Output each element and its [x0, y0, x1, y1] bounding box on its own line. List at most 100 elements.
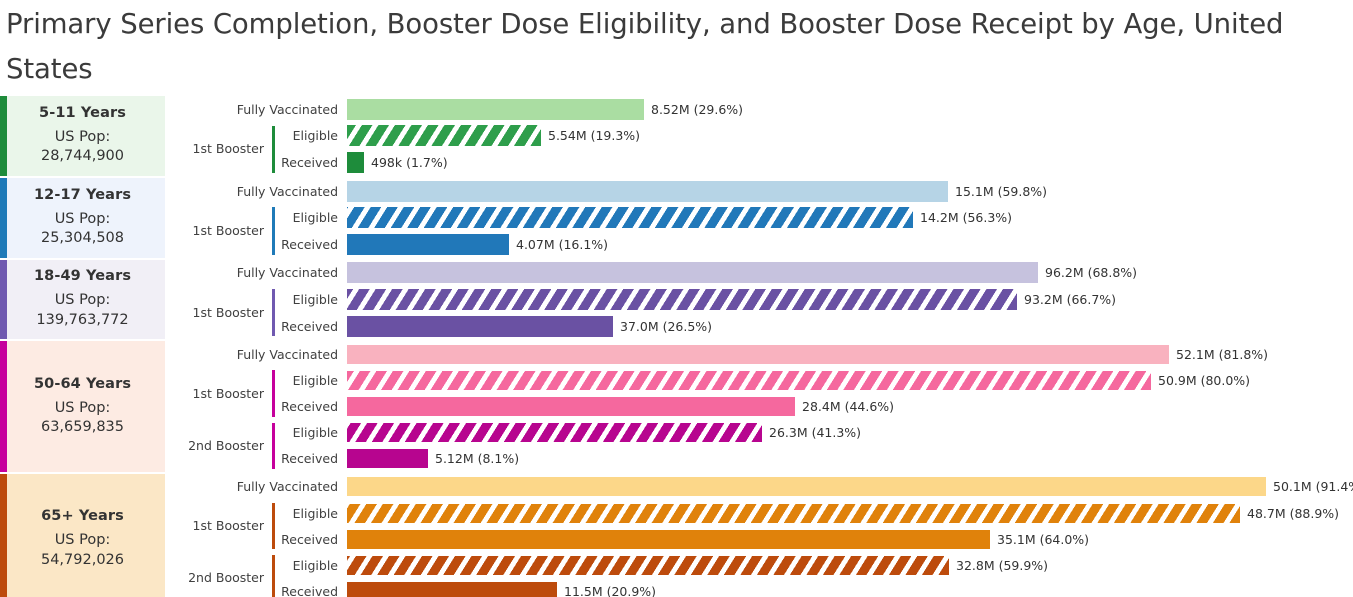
age-group-label: 12-17 Years [33, 186, 132, 203]
bar[interactable] [347, 288, 1017, 310]
bar-container: 15.1M (59.8%) [347, 178, 1353, 205]
bar-container: 5.12M (8.1%) [347, 446, 1353, 472]
bar-container: 35.1M (64.0%) [347, 526, 1353, 552]
booster-group-divider [270, 391, 278, 420]
bar[interactable] [347, 315, 613, 337]
booster-divider-line [272, 524, 275, 550]
bar-value-label: 48.7M (88.9%) [1247, 505, 1340, 521]
bar[interactable] [347, 581, 557, 597]
bar-row: Fully Vaccinated 15.1M (59.8%) [165, 178, 1353, 205]
bar-row: Fully Vaccinated 50.1M (91.4%) [165, 474, 1353, 500]
page-title: Primary Series Completion, Booster Dose … [6, 8, 1284, 85]
age-group-panel: 65+ Years US Pop: 54,792,026 [0, 473, 165, 597]
measure-label: Eligible [292, 128, 338, 144]
bar-value-label: 52.1M (81.8%) [1176, 346, 1269, 362]
measure-label-fully-vaccinated: Fully Vaccinated [236, 265, 338, 281]
bar-container: 37.0M (26.5%) [347, 313, 1353, 340]
bar[interactable] [347, 397, 795, 417]
bar-rows: Fully Vaccinated 8.52M (29.6%) 1st Booster… [165, 96, 1353, 176]
bar-row: 1st Booster Eligible 48.7M (88.9%) [165, 500, 1353, 533]
measure-label: Received [281, 318, 338, 334]
bar-row: Received 4.07M (16.1%) [165, 228, 1353, 258]
booster-group-divider [270, 310, 278, 340]
age-group: 12-17 Years US Pop: 25,304,508 Fully Vaccin… [0, 177, 1353, 258]
measure-label-fully-vaccinated: Fully Vaccinated [236, 183, 338, 199]
population-prefix: US Pop: [54, 399, 111, 416]
bar[interactable] [347, 477, 1266, 497]
bar-row: Received 498k (1.7%) [165, 147, 1353, 176]
bar[interactable] [347, 151, 364, 173]
bar[interactable] [347, 98, 644, 120]
bar[interactable] [347, 207, 913, 229]
measure-label: Eligible [292, 425, 338, 441]
bar-value-label: 93.2M (66.7%) [1024, 291, 1117, 307]
bar[interactable] [347, 344, 1169, 364]
booster-group-divider [270, 576, 278, 597]
age-group-population: US Pop: 25,304,508 [34, 210, 131, 249]
measure-label-fully-vaccinated: Fully Vaccinated [236, 479, 338, 495]
bar[interactable] [347, 180, 948, 202]
booster-divider-line [272, 310, 275, 337]
booster-divider-line [272, 391, 275, 417]
measure-label: Eligible [292, 210, 338, 226]
bar[interactable] [347, 503, 1240, 523]
population-value: 28,744,900 [40, 148, 125, 165]
age-group-panel: 5-11 Years US Pop: 28,744,900 [0, 96, 165, 176]
bar-row: 2nd Booster Eligible 32.8M (59.9%) [165, 552, 1353, 585]
bar-container: 498k (1.7%) [347, 149, 1353, 176]
bar-container: 4.07M (16.1%) [347, 231, 1353, 258]
age-group-text: 12-17 Years US Pop: 25,304,508 [34, 187, 131, 249]
bar[interactable] [347, 449, 428, 469]
bar-row: Received 5.12M (8.1%) [165, 443, 1353, 472]
bar-rows: Fully Vaccinated 15.1M (59.8%) 1st Booster… [165, 178, 1353, 258]
bar[interactable] [347, 423, 762, 443]
bar-container: 26.3M (41.3%) [347, 420, 1353, 446]
bar-value-label: 26.3M (41.3%) [769, 425, 862, 441]
bar-value-label: 8.52M (29.6%) [651, 101, 744, 117]
bar[interactable] [347, 529, 990, 549]
bar-rows: Fully Vaccinated 52.1M (81.8%) 1st Booster… [165, 341, 1353, 472]
measure-label: Received [281, 531, 338, 547]
age-group-text: 5-11 Years US Pop: 28,744,900 [39, 105, 126, 167]
bar-value-label: 11.5M (20.9%) [564, 583, 657, 597]
bar[interactable] [347, 233, 509, 255]
booster-group-divider [270, 524, 278, 552]
booster-group-divider [270, 552, 278, 581]
bar-container: 32.8M (59.9%) [347, 552, 1353, 578]
booster-divider-line [272, 576, 275, 597]
bar-row: Received 28.4M (44.6%) [165, 391, 1353, 420]
age-group-accent-bar [0, 96, 7, 176]
measure-label-fully-vaccinated: Fully Vaccinated [236, 346, 338, 362]
bar[interactable] [347, 371, 1151, 391]
age-group: 18-49 Years US Pop: 139,763,772 Fully Vacci… [0, 259, 1353, 340]
age-group-text: 50-64 Years US Pop: 63,659,835 [34, 376, 131, 438]
bar-container: 8.52M (29.6%) [347, 96, 1353, 123]
bar-row: Fully Vaccinated 96.2M (68.8%) [165, 260, 1353, 287]
bar-rows: Fully Vaccinated50.1M (91.4%)1st Booster… [165, 474, 1353, 597]
age-group-label: 65+ Years [41, 508, 124, 525]
booster-group-divider [270, 204, 278, 233]
bar[interactable] [347, 125, 541, 147]
age-group-panel: 12-17 Years US Pop: 25,304,508 [0, 177, 165, 258]
bar[interactable] [347, 262, 1038, 284]
bar-container: 14.2M (56.3%) [347, 204, 1353, 231]
booster-group-divider [270, 420, 278, 448]
population-value: 139,763,772 [36, 311, 129, 328]
bar-container: 52.1M (81.8%) [347, 341, 1353, 367]
bar-rows: Fully Vaccinated 96.2M (68.8%) 1st Booster… [165, 260, 1353, 340]
measure-label: Eligible [292, 557, 338, 573]
bar-container: 5.54M (19.3%) [347, 123, 1353, 150]
booster-divider-line [272, 147, 275, 173]
population-value: 63,659,835 [40, 419, 125, 436]
bar-row: Received 37.0M (26.5%) [165, 310, 1353, 340]
measure-label: Eligible [292, 505, 338, 521]
age-group-population: US Pop: 139,763,772 [34, 291, 131, 330]
chart-root: Primary Series Completion, Booster Dose … [0, 0, 1353, 597]
bar[interactable] [347, 555, 949, 575]
age-group-text: 18-49 Years US Pop: 139,763,772 [34, 268, 131, 330]
bar-value-label: 50.1M (91.4%) [1273, 479, 1353, 495]
bar-container: 93.2M (66.7%) [347, 286, 1353, 313]
bar-container: 96.2M (68.8%) [347, 260, 1353, 287]
bar-value-label: 5.12M (8.1%) [435, 451, 520, 467]
bar-row: 1st Booster Eligible 50.9M (80.0%) [165, 367, 1353, 401]
